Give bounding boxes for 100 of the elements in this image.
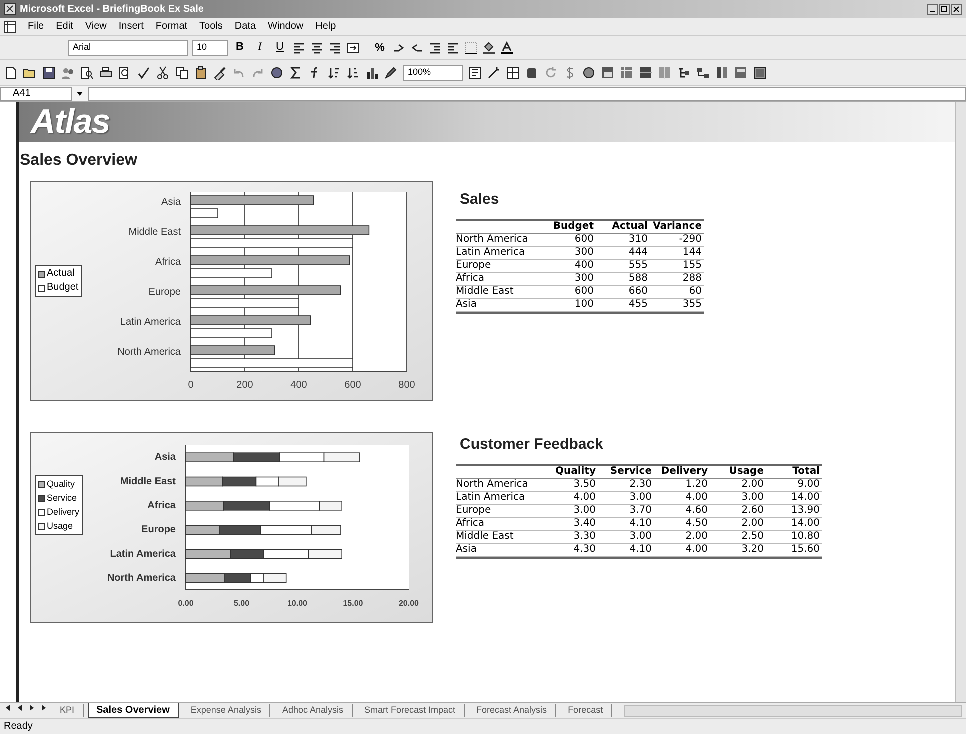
workbook-icon[interactable] — [4, 20, 16, 32]
category-label: Middle East — [120, 476, 176, 488]
pencil-drawing-icon[interactable] — [384, 66, 398, 80]
sheet-tab[interactable]: Forecast — [560, 704, 612, 717]
bar — [186, 476, 224, 487]
name-box[interactable]: A41 — [0, 86, 72, 100]
column-header: Quality — [554, 466, 597, 478]
sort-descending-icon[interactable] — [346, 66, 360, 80]
copy-icon[interactable] — [175, 66, 189, 80]
dropdown-arrow-icon[interactable] — [76, 90, 84, 98]
restore-icon[interactable] — [939, 4, 950, 14]
spelling-check-icon[interactable] — [137, 66, 151, 80]
bar-chart-icon[interactable] — [365, 66, 379, 80]
merge-cells-icon[interactable] — [346, 40, 360, 54]
table-cell-text: 3.40 — [572, 518, 597, 530]
table-title: Sales — [460, 190, 500, 210]
minimize-icon[interactable] — [927, 4, 938, 14]
magnifier-page-icon[interactable] — [80, 66, 94, 80]
menu-item[interactable]: File — [28, 19, 44, 34]
row-header: Middle East — [456, 286, 515, 298]
sheet-tab[interactable]: Forecast Analysis — [468, 704, 556, 717]
font-size-dropdown[interactable]: 10 — [192, 40, 228, 56]
legend-swatch — [38, 284, 45, 292]
form-icon[interactable] — [468, 66, 482, 80]
table-cell-text: 2.00 — [684, 531, 709, 543]
sheet-tab[interactable]: Adhoc Analysis — [274, 704, 352, 717]
zoom-dropdown[interactable]: 100% — [403, 64, 463, 80]
row-header: Africa — [456, 273, 486, 285]
row-header: North America — [456, 479, 530, 491]
menu-item[interactable]: Edit — [56, 19, 74, 34]
outdent-icon[interactable] — [446, 40, 460, 54]
report-icon[interactable] — [734, 66, 748, 80]
table-cell-text: 4.00 — [684, 544, 709, 556]
users-icon[interactable] — [61, 66, 75, 80]
table-cell-text: 400 — [574, 260, 595, 272]
table-cell-text: 14.00 — [790, 492, 821, 504]
formula-field[interactable] — [88, 86, 966, 100]
chart-window-icon[interactable] — [601, 66, 615, 80]
sheet-tab[interactable]: Sales Overview — [88, 702, 179, 718]
scissors-icon[interactable] — [156, 66, 170, 80]
style-button[interactable]: U — [272, 40, 288, 56]
menu-item[interactable]: Insert — [118, 19, 144, 34]
table-grid-icon[interactable] — [506, 66, 520, 80]
axis-tick-label: 0 — [188, 380, 194, 391]
sheet-tab[interactable]: Smart Forecast Impact — [356, 704, 465, 717]
font-color-icon[interactable] — [500, 40, 514, 54]
table-cell-text: 2.50 — [740, 531, 765, 543]
axis-tick-label: 800 — [398, 380, 416, 391]
align-left-icon[interactable] — [292, 40, 306, 54]
percent-button[interactable]: % — [372, 40, 388, 56]
horizontal-scrollbar[interactable] — [624, 704, 962, 716]
font-dropdown[interactable]: Arial — [68, 40, 188, 56]
new-page-icon[interactable] — [4, 66, 18, 80]
menu-item[interactable]: Help — [316, 19, 336, 34]
columns-icon[interactable] — [715, 66, 729, 80]
axis-tick-label: 600 — [344, 380, 362, 391]
category-label: North America — [118, 347, 181, 358]
table-cell-text: 444 — [628, 247, 649, 259]
category-label: North America — [107, 572, 176, 584]
table-cell-text: 555 — [628, 260, 649, 272]
legend-swatch — [38, 508, 45, 516]
sheet-tab[interactable]: KPI — [52, 704, 84, 717]
align-right-icon[interactable] — [328, 40, 342, 54]
axis-tick-label: 200 — [236, 380, 254, 391]
sheet-tab[interactable]: Expense Analysis — [182, 704, 270, 717]
menu-item[interactable]: Format — [156, 19, 188, 34]
sum-icon[interactable] — [289, 66, 303, 80]
clipboard-icon[interactable] — [194, 66, 208, 80]
hierarchy-icon[interactable] — [696, 66, 710, 80]
bar — [186, 549, 231, 560]
menu-item[interactable]: Tools — [200, 19, 223, 34]
vertical-scrollbar[interactable] — [955, 102, 966, 702]
table-cell-text: 3.30 — [572, 531, 597, 543]
category-label: Middle East — [128, 227, 181, 238]
wand-icon[interactable] — [487, 66, 501, 80]
legend-label: Service — [47, 492, 78, 505]
table-cell-text: 588 — [628, 273, 649, 285]
style-button[interactable]: B — [232, 40, 248, 56]
sort-ascending-icon[interactable] — [327, 66, 341, 80]
bar — [224, 501, 270, 511]
dark-grid-icon[interactable] — [639, 66, 653, 80]
bar — [186, 501, 224, 511]
menu-item[interactable]: View — [85, 19, 107, 34]
window-panel-icon[interactable] — [753, 66, 767, 80]
logo-text: Atlas — [31, 105, 110, 139]
align-center-icon[interactable] — [310, 40, 324, 54]
printer-icon[interactable] — [99, 66, 113, 80]
table-cell-text: 288 — [682, 273, 703, 285]
brush-icon[interactable] — [213, 66, 227, 80]
column-header: Total — [792, 466, 821, 478]
borders-icon[interactable] — [464, 40, 478, 54]
indent-icon[interactable] — [428, 40, 442, 54]
paint-bucket-icon[interactable] — [482, 40, 496, 54]
close-icon[interactable] — [951, 4, 962, 14]
menu-item[interactable]: Data — [234, 19, 256, 34]
style-button[interactable]: I — [252, 40, 268, 56]
table-cell-text: -290 — [678, 234, 703, 246]
pivot-table-icon[interactable] — [620, 66, 634, 80]
menu-item[interactable]: Window — [268, 19, 304, 34]
tree-icon[interactable] — [677, 66, 691, 80]
